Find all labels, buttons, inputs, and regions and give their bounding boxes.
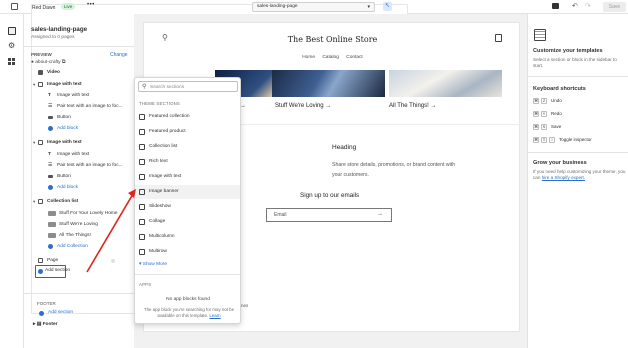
shortcut-row: ⌘ Y Redo bbox=[533, 110, 562, 117]
grow-title: Grow your business bbox=[533, 160, 587, 166]
customize-title: Customize your templates bbox=[533, 48, 603, 54]
help-panel: Customize your templates Select a sectio… bbox=[527, 14, 628, 348]
key-cap: ⌘ bbox=[533, 123, 539, 130]
key-cap: Y bbox=[541, 110, 547, 117]
template-illustration-icon bbox=[534, 29, 546, 41]
shortcut-row: ⌘ S Save bbox=[533, 123, 561, 130]
shortcut-row: ⌘ Z Undo bbox=[533, 97, 562, 104]
shortcut-label: Toggle inspector bbox=[559, 137, 592, 142]
key-cap: ⌘ bbox=[533, 97, 539, 104]
key-cap: ⇧ bbox=[541, 136, 547, 143]
shortcuts-title: Keyboard shortcuts bbox=[533, 86, 586, 92]
key-cap: ⌘ bbox=[533, 110, 539, 117]
divider bbox=[528, 152, 628, 153]
shortcut-label: Redo bbox=[551, 111, 562, 116]
key-cap: Z bbox=[541, 97, 547, 104]
key-cap: S bbox=[541, 123, 547, 130]
grow-text: If you need help customizing your theme,… bbox=[533, 169, 626, 181]
key-cap: ⌘ bbox=[533, 136, 539, 143]
shortcut-row: ⌘ ⇧ I Toggle inspector bbox=[533, 136, 592, 143]
shortcut-label: Undo bbox=[551, 98, 562, 103]
hire-expert-link[interactable]: hire a Shopify expert. bbox=[542, 175, 585, 180]
key-cap: I bbox=[549, 136, 555, 143]
customize-text: Select a section or block in the sidebar… bbox=[533, 57, 617, 68]
arrow-line bbox=[86, 193, 134, 273]
shortcut-label: Save bbox=[551, 124, 562, 129]
divider bbox=[528, 76, 628, 77]
